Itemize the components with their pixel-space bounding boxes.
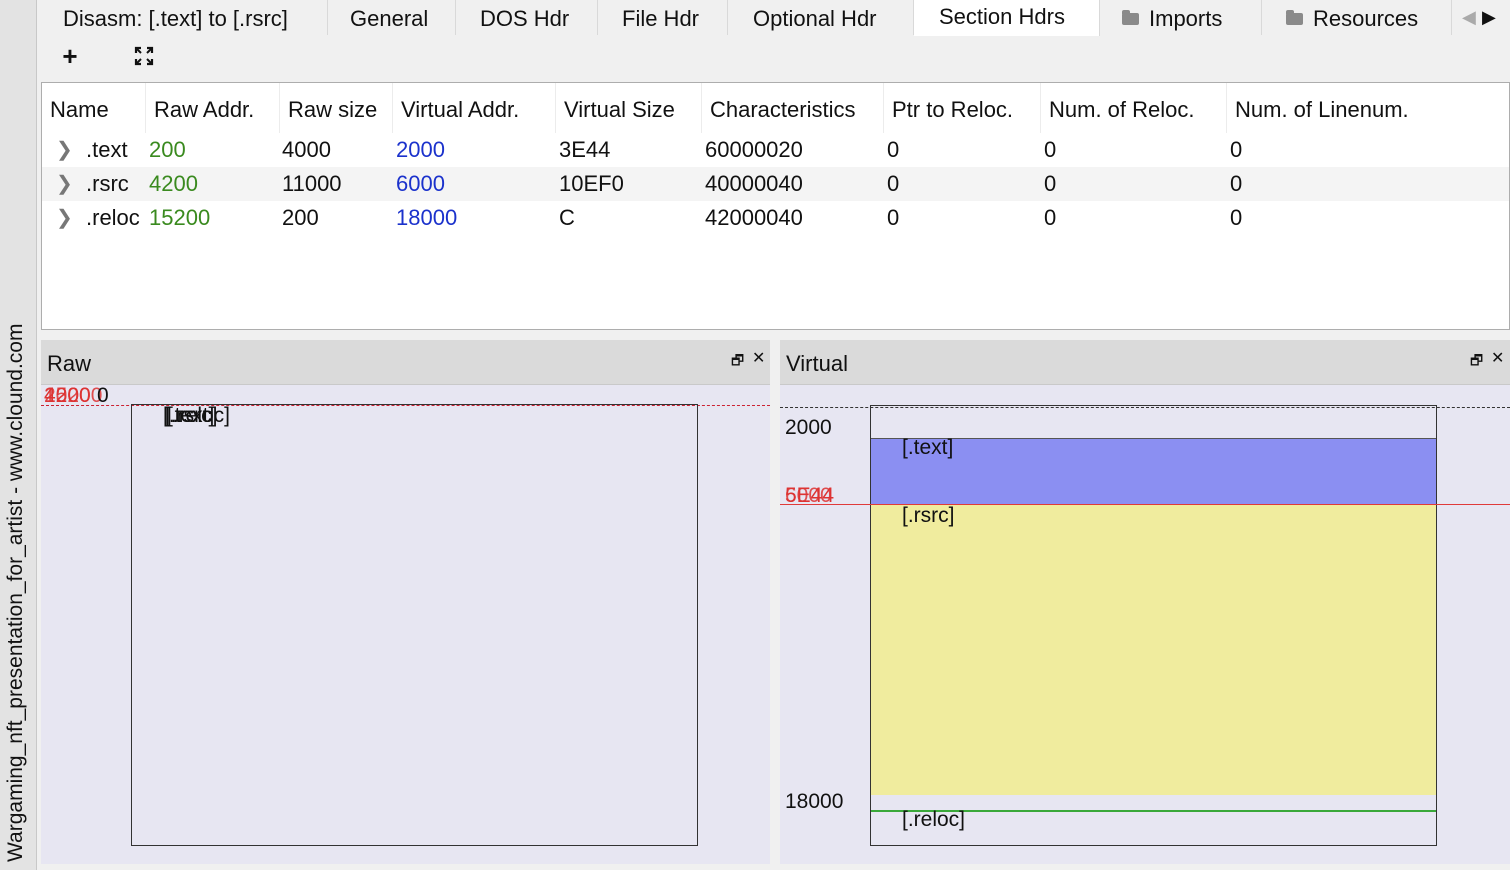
cell-raw-size: 11000 <box>282 171 342 196</box>
raw-section-label[interactable]: [.reloc] <box>167 404 230 428</box>
raw-addr-label: 200 <box>44 384 80 407</box>
column-header[interactable]: Virtual Addr. <box>393 83 556 133</box>
cell-raw-addr: 4200 <box>149 171 198 196</box>
cell-characteristics: 42000040 <box>705 205 803 230</box>
virtual-section-label[interactable]: [.reloc] <box>902 808 965 832</box>
cell-virtual-size: 10EF0 <box>559 171 624 196</box>
table-row[interactable]: ❯ .rsrc 4200 11000 6000 10EF0 40000040 0… <box>42 167 1509 201</box>
cell-virtual-size: 3E44 <box>559 137 611 162</box>
tab-label: Resources <box>1313 6 1419 31</box>
virtual-panel-title: Virtual <box>786 351 848 376</box>
cell-characteristics: 60000020 <box>705 137 803 162</box>
expand-chevron-icon[interactable]: ❯ <box>56 133 73 167</box>
cell-num-reloc: 0 <box>1044 137 1057 162</box>
virtual-section-label[interactable]: [.text] <box>902 436 953 460</box>
cell-virtual-size: C <box>559 205 575 230</box>
column-header[interactable]: Virtual Size <box>556 83 702 133</box>
cell-raw-size: 4000 <box>282 137 331 162</box>
tab-label: File Hdr <box>622 6 700 31</box>
cell-ptr-reloc: 0 <box>887 137 900 162</box>
scroll-left-icon[interactable]: ◀ <box>1462 7 1476 28</box>
toolbar: + <box>38 36 1510 80</box>
cell-num-reloc: 0 <box>1044 205 1057 230</box>
fit-view-icon[interactable] <box>127 40 161 72</box>
close-panel-icon[interactable]: ✕ <box>1491 348 1504 368</box>
tab-bar: Disasm: [.text] to [.rsrc] General DOS H… <box>38 0 1510 37</box>
column-header[interactable]: Raw size <box>280 83 393 133</box>
tab-label: Disasm: [.text] to [.rsrc] <box>63 6 288 31</box>
column-header[interactable]: Name <box>42 83 146 133</box>
tab-label: General <box>350 6 429 31</box>
cell-ptr-reloc: 0 <box>887 171 900 196</box>
cell-name: .reloc <box>86 205 140 230</box>
tab-label: Optional Hdr <box>753 6 877 31</box>
cell-virtual-addr: 18000 <box>396 205 458 230</box>
column-header[interactable]: Num. of Linenum. <box>1227 83 1509 133</box>
virtual-text-section[interactable] <box>871 438 1436 505</box>
virtual-panel-header: Virtual 🗗 ✕ <box>780 340 1510 385</box>
close-panel-icon[interactable]: ✕ <box>752 348 765 368</box>
table-row[interactable]: ❯ .reloc 15200 200 18000 C 42000040 0 0 … <box>42 201 1509 235</box>
tab-general[interactable]: General <box>328 0 456 35</box>
scroll-right-icon[interactable]: ▶ <box>1482 7 1496 28</box>
virtual-addr-label: 2000 <box>785 416 832 439</box>
virtual-marker-line <box>780 504 1510 505</box>
raw-panel-title: Raw <box>47 351 92 376</box>
raw-addr-label-black: 0 <box>97 384 109 407</box>
raw-panel-header: Raw 🗗 ✕ <box>41 340 770 385</box>
cell-name: .text <box>86 137 128 162</box>
virtual-addr-label: 18000 <box>785 790 844 813</box>
tab-disasm[interactable]: Disasm: [.text] to [.rsrc] <box>49 0 328 35</box>
cell-num-reloc: 0 <box>1044 171 1057 196</box>
table-row[interactable]: ❯ .text 200 4000 2000 3E44 60000020 0 0 … <box>42 133 1509 167</box>
cell-virtual-addr: 6000 <box>396 171 445 196</box>
column-header[interactable]: Raw Addr. <box>146 83 280 133</box>
expand-chevron-icon[interactable]: ❯ <box>56 167 73 201</box>
folder-icon <box>1286 10 1303 25</box>
virtual-addr-label: 6000 <box>785 484 832 507</box>
cell-num-linenum: 0 <box>1230 137 1243 162</box>
table-header: Name Raw Addr. Raw size Virtual Addr. Vi… <box>42 83 1509 133</box>
cell-raw-addr: 200 <box>149 137 186 162</box>
cell-raw-addr: 15200 <box>149 205 211 230</box>
sidebar-watermark: Wargaming_nft_presentation_for_artist - … <box>4 323 27 862</box>
raw-panel: Raw 🗗 ✕ 4200 15200 200 0 [.text] [.rsrc]… <box>41 340 770 864</box>
fit-view-icon-svg <box>134 46 154 66</box>
float-panel-icon[interactable]: 🗗 <box>1470 350 1483 374</box>
tab-label: Imports <box>1149 6 1223 31</box>
tab-section-hdrs[interactable]: Section Hdrs <box>914 0 1100 36</box>
cell-num-linenum: 0 <box>1230 205 1243 230</box>
section-headers-table: Name Raw Addr. Raw size Virtual Addr. Vi… <box>41 82 1510 330</box>
cell-ptr-reloc: 0 <box>887 205 900 230</box>
column-header[interactable]: Num. of Reloc. <box>1041 83 1227 133</box>
virtual-panel: Virtual 🗗 ✕ 2000 5E44 6000 18000 [.text]… <box>780 340 1510 864</box>
cell-characteristics: 40000040 <box>705 171 803 196</box>
cell-virtual-addr: 2000 <box>396 137 445 162</box>
column-header[interactable]: Characteristics <box>702 83 884 133</box>
cell-num-linenum: 0 <box>1230 171 1243 196</box>
tab-resources[interactable]: Resources <box>1262 0 1452 35</box>
cell-raw-size: 200 <box>282 205 319 230</box>
tab-label: Section Hdrs <box>939 4 1065 29</box>
tab-optional-hdr[interactable]: Optional Hdr <box>728 0 914 35</box>
tab-file-hdr[interactable]: File Hdr <box>598 0 728 35</box>
add-icon[interactable]: + <box>53 40 87 72</box>
tab-label: DOS Hdr <box>480 6 570 31</box>
float-panel-icon[interactable]: 🗗 <box>731 350 744 374</box>
tab-dos-hdr[interactable]: DOS Hdr <box>456 0 598 35</box>
virtual-section-label[interactable]: [.rsrc] <box>902 504 955 528</box>
tab-imports[interactable]: Imports <box>1100 0 1262 35</box>
folder-icon <box>1122 10 1139 25</box>
raw-file-box[interactable] <box>131 404 698 846</box>
tab-scroll-arrows: ◀ ▶ <box>1460 0 1510 35</box>
column-header[interactable]: Ptr to Reloc. <box>884 83 1041 133</box>
cell-name: .rsrc <box>86 171 129 196</box>
left-sidebar-strip: Wargaming_nft_presentation_for_artist - … <box>0 0 37 870</box>
virtual-rsrc-section[interactable] <box>871 505 1436 795</box>
expand-chevron-icon[interactable]: ❯ <box>56 201 73 235</box>
